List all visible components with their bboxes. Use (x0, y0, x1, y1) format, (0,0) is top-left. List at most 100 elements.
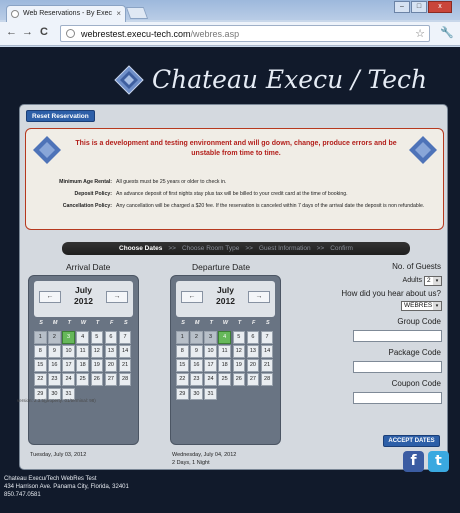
calendar-day[interactable]: 10 (62, 345, 75, 358)
calendar-day[interactable]: 25 (218, 373, 231, 386)
step-separator: >> (168, 245, 176, 252)
calendar-day[interactable]: 9 (48, 345, 61, 358)
calendar-day[interactable]: 19 (232, 359, 246, 372)
calendar-day[interactable]: 11 (218, 345, 231, 358)
calendar-day[interactable]: 4 (218, 331, 231, 344)
calendar-day[interactable]: 8 (176, 345, 189, 358)
calendar-day[interactable]: 2 (48, 331, 61, 344)
calendar-day[interactable]: 6 (246, 331, 260, 344)
accept-dates-button[interactable]: ACCEPT DATES (383, 435, 440, 447)
weekday-label: F (110, 320, 114, 326)
adults-select[interactable]: 2 ▾ (424, 276, 442, 286)
minimize-button[interactable]: – (394, 1, 410, 13)
calendar-day[interactable]: 22 (176, 373, 189, 386)
calendar-day[interactable]: 26 (90, 373, 104, 386)
weekday-label: T (95, 320, 100, 326)
weekday-header: S M T W T F S (176, 320, 275, 329)
logo-diamond-icon (114, 65, 144, 95)
calendar-day[interactable]: 12 (232, 345, 246, 358)
calendar-day[interactable]: 5 (90, 331, 104, 344)
calendar-day[interactable]: 17 (204, 359, 217, 372)
referral-select[interactable]: WEBRES ▾ (401, 301, 442, 311)
calendar-day[interactable]: 16 (48, 359, 61, 372)
page-body: Chateau Execu / Tech Reset Reservation T… (0, 47, 460, 513)
calendar-day[interactable]: 10 (204, 345, 217, 358)
calendar-day[interactable]: 24 (204, 373, 217, 386)
calendar-day[interactable]: 26 (232, 373, 246, 386)
facebook-icon[interactable]: f (403, 451, 424, 472)
calendar-day[interactable]: 9 (190, 345, 203, 358)
logo-text: Chateau Execu / Tech (152, 65, 428, 94)
calendar-day[interactable]: 15 (34, 359, 47, 372)
site-logo[interactable]: Chateau Execu / Tech (100, 59, 427, 103)
calendar-day[interactable]: 13 (104, 345, 118, 358)
calendar-day[interactable]: 8 (34, 345, 47, 358)
weekday-label: S (265, 320, 270, 326)
calendar-day[interactable]: 18 (218, 359, 231, 372)
policy-label: Minimum Age Rental: (59, 179, 112, 185)
calendar-day[interactable]: 27 (246, 373, 260, 386)
calendar-day[interactable]: 15 (176, 359, 189, 372)
calendar-day[interactable]: 1 (34, 331, 47, 344)
calendar-day[interactable]: 6 (104, 331, 118, 344)
calendar-day[interactable]: 28 (260, 373, 274, 386)
calendar-day[interactable]: 22 (34, 373, 47, 386)
group-code-input[interactable] (353, 330, 442, 342)
step-choose-room-type: Choose Room Type (181, 245, 240, 252)
calendar-day[interactable]: 20 (246, 359, 260, 372)
calendar-day[interactable]: 25 (76, 373, 89, 386)
calendar-day[interactable]: 27 (104, 373, 118, 386)
calendar-day[interactable]: 20 (104, 359, 118, 372)
calendar-day[interactable]: 19 (90, 359, 104, 372)
calendar-day[interactable]: 14 (118, 345, 132, 358)
step-confirm: Confirm (330, 245, 353, 252)
calendar-day[interactable]: 3 (204, 331, 217, 344)
weekday-label: T (209, 320, 213, 326)
browser-tab[interactable]: Web Reservations - By Exec × (6, 5, 126, 22)
calendar-day[interactable]: 3 (62, 331, 75, 344)
new-tab-button[interactable] (125, 7, 149, 19)
calendar-day[interactable]: 29 (176, 387, 189, 401)
calendar-day[interactable]: 16 (190, 359, 203, 372)
maximize-button[interactable]: □ (411, 1, 427, 13)
calendar-day[interactable]: 21 (118, 359, 132, 372)
calendar-day[interactable]: 28 (118, 373, 132, 386)
calendar-day[interactable]: 18 (76, 359, 89, 372)
calendar-day[interactable]: 7 (260, 331, 274, 344)
calendar-day[interactable]: 21 (260, 359, 274, 372)
calendar-day[interactable]: 13 (246, 345, 260, 358)
calendar-day[interactable]: 17 (62, 359, 75, 372)
step-separator: >> (316, 245, 325, 252)
next-month-button[interactable]: → (106, 291, 128, 303)
close-window-button[interactable]: x (428, 1, 452, 13)
calendar-day[interactable]: 2 (190, 331, 203, 344)
calendar-day[interactable]: 31 (204, 387, 217, 401)
tab-close-icon[interactable]: × (116, 9, 121, 18)
stay-length: 2 Days, 1 Night (172, 460, 210, 466)
reset-reservation-button[interactable]: Reset Reservation (26, 110, 95, 122)
back-arrow-icon[interactable]: ← (6, 26, 17, 38)
forward-arrow-icon[interactable]: → (22, 26, 33, 38)
calendar-day[interactable]: 23 (190, 373, 203, 386)
address-bar[interactable]: webrestest.execu-tech.com/webres.asp ☆ (60, 25, 430, 42)
wrench-icon[interactable]: 🔧 (440, 26, 454, 39)
calendar-day[interactable]: 1 (176, 331, 189, 344)
twitter-icon[interactable]: t (428, 451, 449, 472)
footer-phone: 850.747.0581 (4, 492, 41, 498)
notice-message: This is a development and testing enviro… (75, 140, 397, 157)
calendar-day[interactable]: 4 (76, 331, 89, 344)
coupon-code-input[interactable] (353, 392, 442, 404)
next-month-button[interactable]: → (248, 291, 270, 303)
calendar-day[interactable]: 5 (232, 331, 246, 344)
calendar-day[interactable]: 14 (260, 345, 274, 358)
calendar-day[interactable]: 11 (76, 345, 89, 358)
reload-icon[interactable]: C (40, 26, 48, 38)
calendar-day[interactable]: 12 (90, 345, 104, 358)
policy-label: Cancellation Policy: (62, 203, 112, 209)
calendar-day[interactable]: 24 (62, 373, 75, 386)
bookmark-star-icon[interactable]: ☆ (415, 27, 425, 40)
calendar-day[interactable]: 7 (118, 331, 132, 344)
calendar-day[interactable]: 23 (48, 373, 61, 386)
calendar-day[interactable]: 30 (190, 387, 203, 401)
package-code-input[interactable] (353, 361, 442, 373)
